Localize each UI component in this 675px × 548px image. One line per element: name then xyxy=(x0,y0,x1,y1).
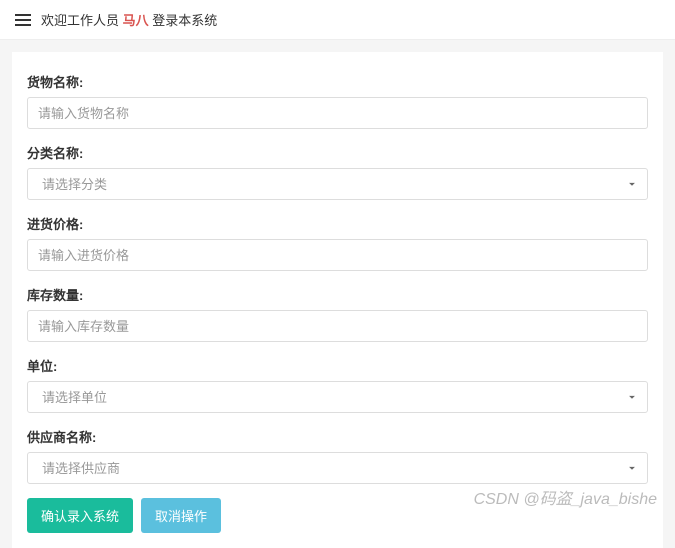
category-select[interactable]: 请选择分类 xyxy=(27,168,648,200)
welcome-text: 欢迎工作人员 马八 登录本系统 xyxy=(41,10,217,29)
submit-button[interactable]: 确认录入系统 xyxy=(27,498,133,533)
menu-icon[interactable] xyxy=(15,14,31,26)
form-group-stock-quantity: 库存数量: xyxy=(27,285,648,342)
form-group-supplier: 供应商名称: 请选择供应商 xyxy=(27,427,648,484)
stock-quantity-label: 库存数量: xyxy=(27,285,648,304)
page-header: 欢迎工作人员 马八 登录本系统 xyxy=(0,0,675,40)
goods-name-label: 货物名称: xyxy=(27,72,648,91)
category-label: 分类名称: xyxy=(27,143,648,162)
form-group-category: 分类名称: 请选择分类 xyxy=(27,143,648,200)
supplier-select[interactable]: 请选择供应商 xyxy=(27,452,648,484)
unit-label: 单位: xyxy=(27,356,648,375)
supplier-label: 供应商名称: xyxy=(27,427,648,446)
cancel-button[interactable]: 取消操作 xyxy=(141,498,221,533)
unit-select[interactable]: 请选择单位 xyxy=(27,381,648,413)
form-group-unit: 单位: 请选择单位 xyxy=(27,356,648,413)
stock-quantity-input[interactable] xyxy=(27,310,648,342)
form-group-purchase-price: 进货价格: xyxy=(27,214,648,271)
username: 马八 xyxy=(123,13,149,28)
goods-name-input[interactable] xyxy=(27,97,648,129)
purchase-price-input[interactable] xyxy=(27,239,648,271)
button-row: 确认录入系统 取消操作 xyxy=(27,498,648,533)
welcome-prefix: 欢迎工作人员 xyxy=(41,13,119,28)
form-container: 货物名称: 分类名称: 请选择分类 进货价格: 库存数量: 单位: 请选择单位 … xyxy=(12,52,663,548)
welcome-suffix: 登录本系统 xyxy=(152,13,217,28)
purchase-price-label: 进货价格: xyxy=(27,214,648,233)
form-group-goods-name: 货物名称: xyxy=(27,72,648,129)
